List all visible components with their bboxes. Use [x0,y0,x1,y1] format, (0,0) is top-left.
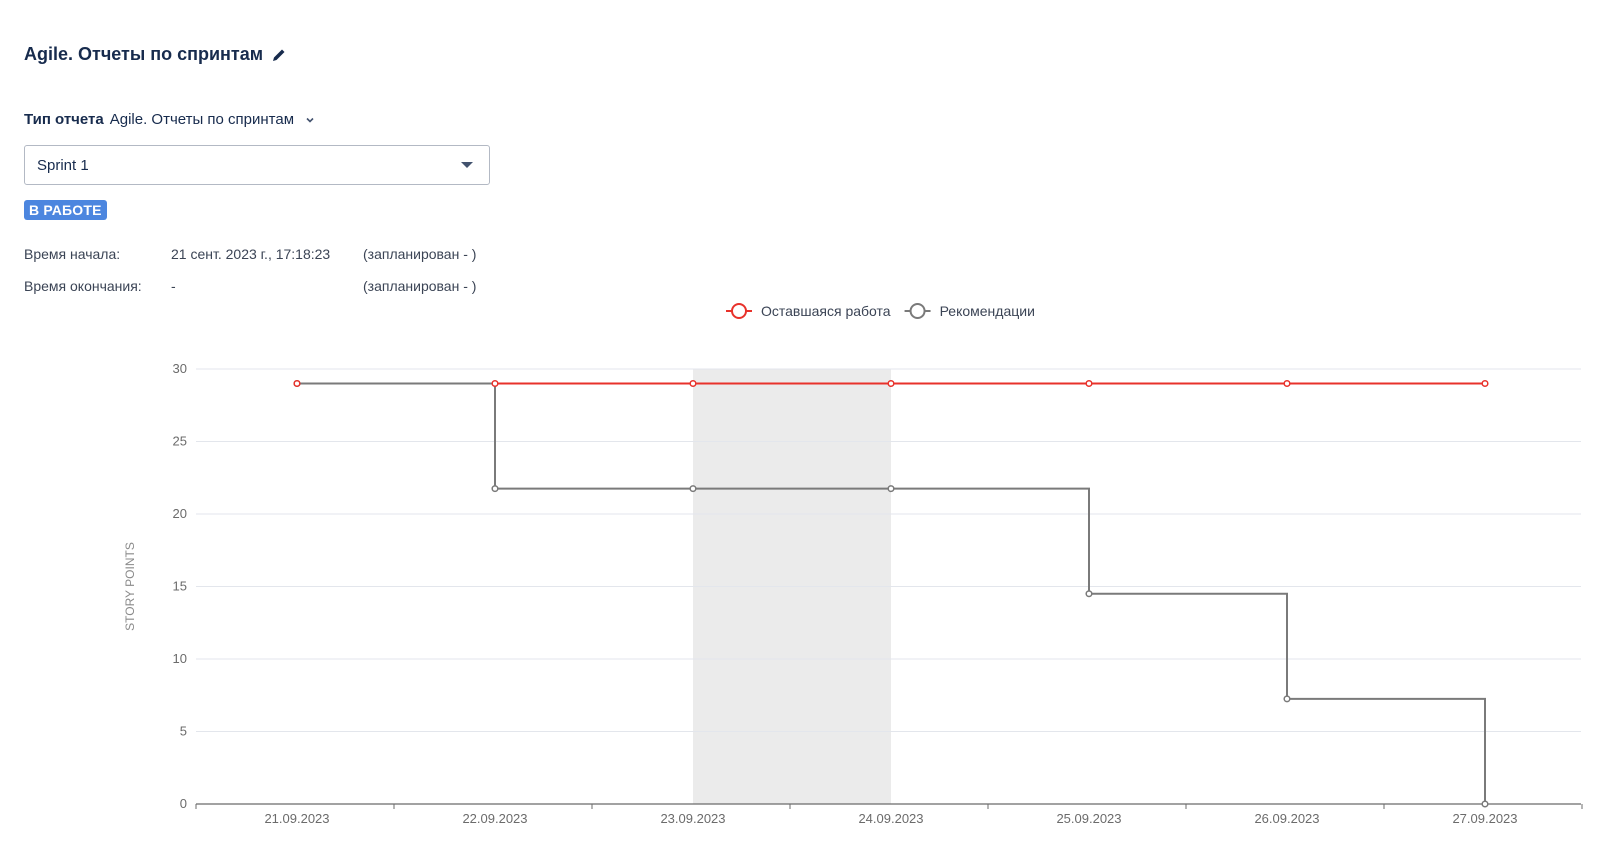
data-point-series-1 [1283,695,1291,703]
y-tick-label: 10 [173,651,187,666]
y-tick-label: 0 [180,796,187,811]
data-point-series-0 [491,379,499,388]
legend-marker-0 [731,303,747,319]
y-axis-label: STORY POINTS [123,542,137,631]
x-tick-label: 23.09.2023 [660,811,725,826]
data-point-series-0 [887,379,895,388]
data-point-series-1 [689,485,697,493]
data-point-series-0 [689,379,697,388]
data-point-series-0 [293,379,301,388]
legend-label-1: Рекомендации [940,303,1035,319]
data-point-series-1 [1085,590,1093,598]
data-point-series-0 [1481,379,1489,388]
y-tick-label: 15 [173,579,187,594]
x-tick-label: 21.09.2023 [264,811,329,826]
y-tick-label: 25 [173,434,187,449]
x-tick-label: 26.09.2023 [1254,811,1319,826]
burndown-chart: 0 5 10 15 20 25 30 21.09.2023 22.09.2023 23.09.20… [123,303,1583,826]
y-tick-label: 30 [173,361,187,376]
x-tick-label: 22.09.2023 [462,811,527,826]
y-tick-label: 5 [180,724,187,739]
legend-label-0: Оставшаяся работа [761,303,891,319]
x-tick-label: 25.09.2023 [1056,811,1121,826]
data-point-series-1 [491,485,499,493]
data-point-series-0 [1085,379,1093,388]
legend-marker-1 [909,303,926,319]
y-tick-label: 20 [173,506,187,521]
data-point-series-0 [1283,379,1291,388]
data-point-series-1 [1481,800,1489,808]
data-point-series-1 [887,485,895,493]
x-tick-label: 24.09.2023 [858,811,923,826]
x-tick-label: 27.09.2023 [1452,811,1517,826]
